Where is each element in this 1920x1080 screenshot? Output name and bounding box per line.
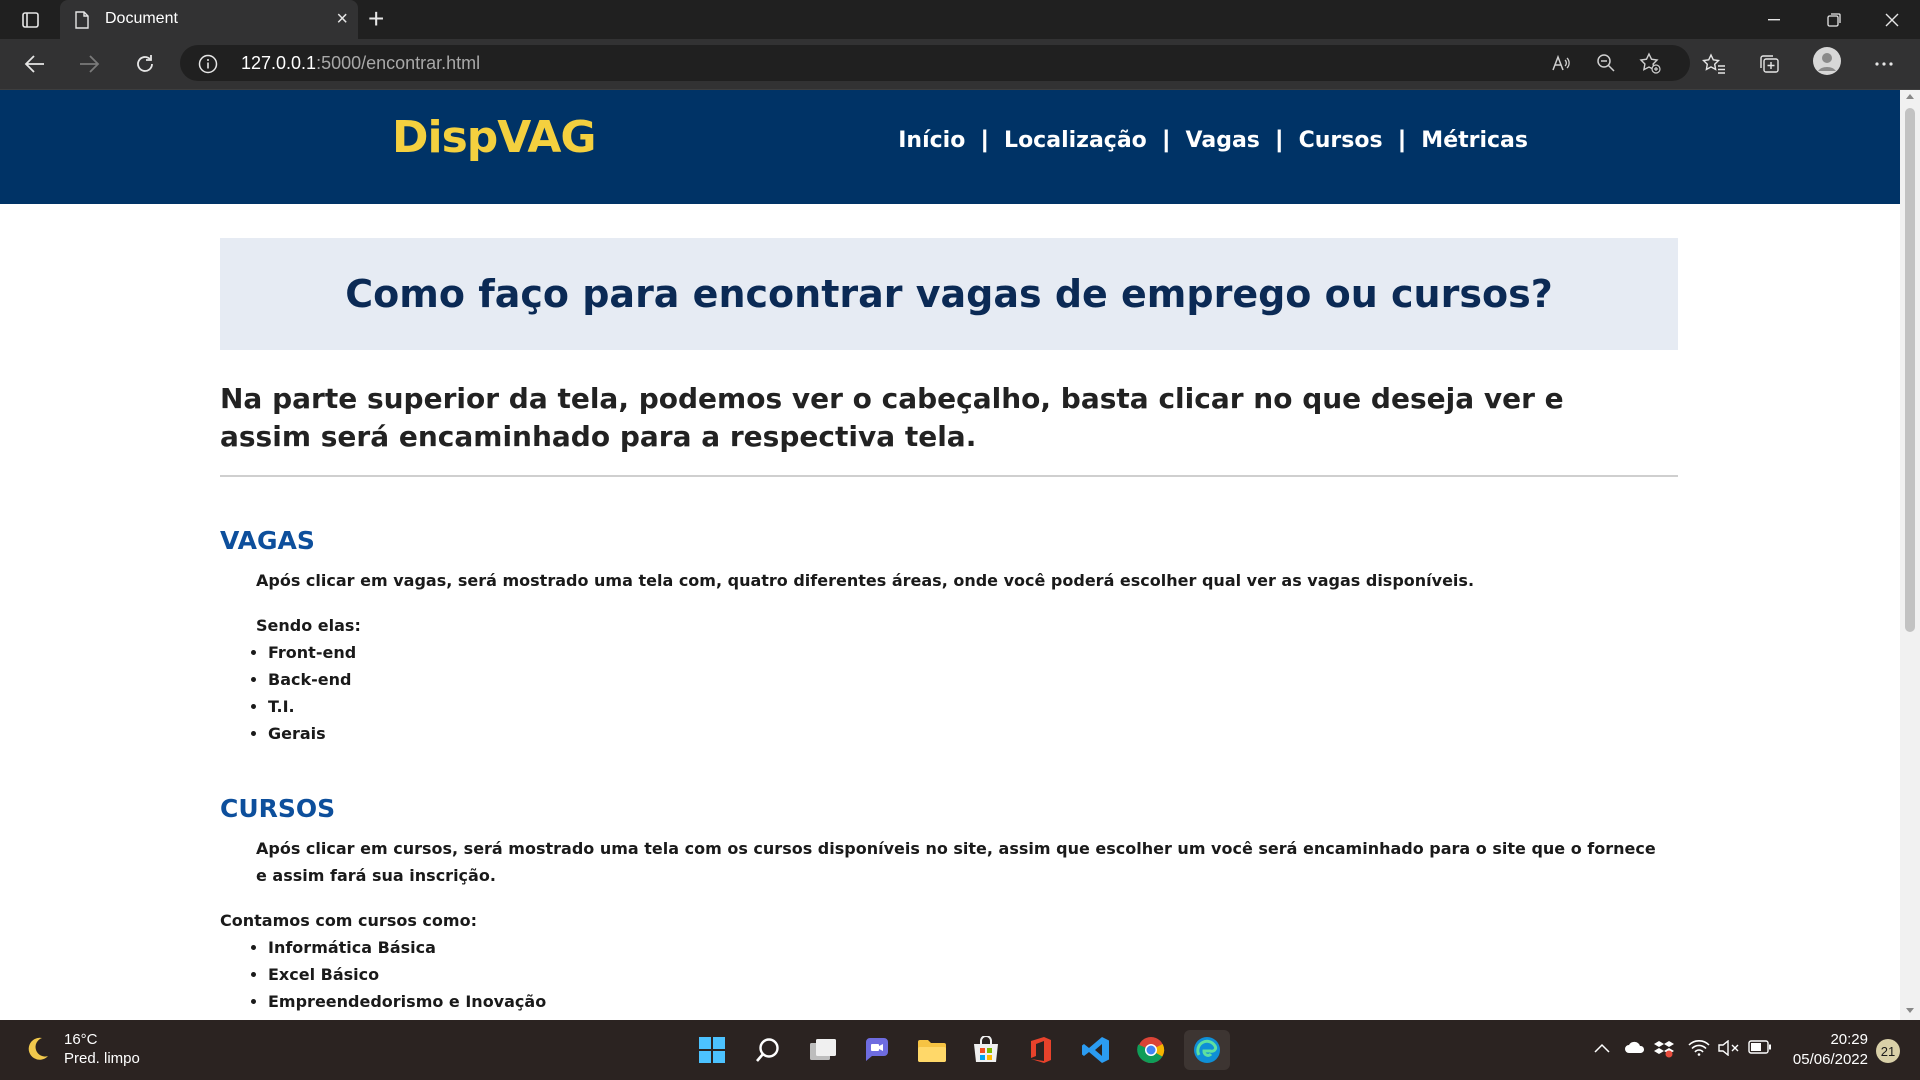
refresh-icon[interactable] xyxy=(128,47,162,81)
collections-icon[interactable] xyxy=(1754,48,1786,80)
teams-chat-icon[interactable] xyxy=(857,1030,897,1070)
browser-titlebar: Document × + xyxy=(0,0,1920,39)
office-icon[interactable] xyxy=(1021,1030,1061,1070)
nav-separator: | xyxy=(1398,126,1406,153)
dropbox-icon[interactable] xyxy=(1654,1040,1674,1062)
profile-avatar-icon[interactable] xyxy=(1811,45,1843,77)
site-header: DispVAG Início | Localização | Vagas | C… xyxy=(0,90,1900,204)
vagas-description: Após clicar em vagas, será mostrado uma … xyxy=(256,571,1475,590)
clock-time: 20:29 xyxy=(1830,1031,1868,1048)
site-logo[interactable]: DispVAG xyxy=(392,112,597,163)
browser-toolbar: 127.0.0.1:5000/encontrar.html xyxy=(0,39,1920,90)
forward-icon[interactable] xyxy=(72,47,106,81)
address-bar[interactable]: 127.0.0.1:5000/encontrar.html xyxy=(180,45,1690,81)
browser-tab[interactable]: Document × xyxy=(60,0,358,39)
file-explorer-icon[interactable] xyxy=(912,1030,952,1070)
cursos-list-title: Contamos com cursos como: xyxy=(220,911,477,930)
vscode-icon[interactable] xyxy=(1076,1030,1116,1070)
microsoft-store-icon[interactable] xyxy=(966,1030,1006,1070)
nav-separator: | xyxy=(1275,126,1283,153)
read-aloud-icon[interactable] xyxy=(1545,47,1577,79)
main-nav: Início | Localização | Vagas | Cursos | … xyxy=(898,126,1528,154)
chrome-icon[interactable] xyxy=(1131,1030,1171,1070)
start-icon[interactable] xyxy=(692,1030,732,1070)
list-item: Informática Básica xyxy=(268,934,546,961)
scroll-up-icon[interactable] xyxy=(1906,94,1914,99)
section-title-vagas: VAGAS xyxy=(220,526,315,555)
weather-widget[interactable]: 16°C Pred. limpo xyxy=(22,1030,140,1068)
vertical-scrollbar[interactable] xyxy=(1900,90,1920,1020)
show-hidden-icons-icon[interactable] xyxy=(1594,1040,1610,1057)
notification-badge[interactable]: 21 xyxy=(1876,1039,1900,1063)
minimize-icon[interactable] xyxy=(1746,0,1802,39)
list-item: Front-end xyxy=(268,639,356,666)
tab-actions-icon[interactable] xyxy=(14,8,46,32)
list-item: Back-end xyxy=(268,666,356,693)
url-host: 127.0.0.1 xyxy=(241,53,317,73)
section-title-cursos: CURSOS xyxy=(220,794,336,823)
scroll-down-icon[interactable] xyxy=(1906,1008,1914,1013)
site-info-icon[interactable] xyxy=(198,54,218,79)
vagas-list-title: Sendo elas: xyxy=(256,616,361,635)
more-options-icon[interactable] xyxy=(1868,48,1900,80)
intro-text: Na parte superior da tela, podemos ver o… xyxy=(220,382,1564,453)
clock-date: 05/06/2022 xyxy=(1792,1051,1868,1068)
nav-separator: | xyxy=(981,126,989,153)
add-favorite-icon[interactable] xyxy=(1634,47,1666,79)
cursos-description: Após clicar em cursos, será mostrado uma… xyxy=(256,839,1656,885)
list-item: Gerais xyxy=(268,720,356,747)
edge-icon[interactable] xyxy=(1184,1030,1230,1070)
page-viewport: DispVAG Início | Localização | Vagas | C… xyxy=(0,90,1900,1020)
favorites-icon[interactable] xyxy=(1698,48,1730,80)
nav-link-cursos[interactable]: Cursos xyxy=(1299,128,1383,153)
weather-temp: 16°C xyxy=(64,1031,98,1048)
onedrive-icon[interactable] xyxy=(1624,1040,1646,1058)
zoom-out-icon[interactable] xyxy=(1590,47,1622,79)
moon-icon xyxy=(28,1037,48,1060)
nav-link-vagas[interactable]: Vagas xyxy=(1186,128,1260,153)
back-icon[interactable] xyxy=(18,47,52,81)
document-icon xyxy=(74,11,90,34)
tab-close-icon[interactable]: × xyxy=(336,8,348,30)
nav-link-metricas[interactable]: Métricas xyxy=(1421,128,1528,153)
scroll-thumb[interactable] xyxy=(1905,108,1915,632)
page-title: Como faço para encontrar vagas de empreg… xyxy=(345,272,1553,316)
weather-desc: Pred. limpo xyxy=(64,1050,140,1067)
url-text: 127.0.0.1:5000/encontrar.html xyxy=(241,53,480,74)
vagas-list: Front-end Back-end T.I. Gerais xyxy=(240,639,356,747)
hero-banner: Como faço para encontrar vagas de empreg… xyxy=(220,238,1678,350)
nav-separator: | xyxy=(1162,126,1170,153)
taskbar-clock[interactable]: 20:29 05/06/2022 xyxy=(1788,1030,1868,1070)
nav-link-inicio[interactable]: Início xyxy=(898,128,965,153)
volume-muted-icon[interactable] xyxy=(1718,1039,1740,1060)
restore-icon[interactable] xyxy=(1806,0,1862,39)
close-window-icon[interactable] xyxy=(1864,0,1920,39)
search-icon[interactable] xyxy=(748,1030,788,1070)
battery-icon[interactable] xyxy=(1748,1040,1772,1058)
task-view-icon[interactable] xyxy=(803,1030,843,1070)
list-item: Empreendedorismo e Inovação xyxy=(268,988,546,1015)
wifi-icon[interactable] xyxy=(1688,1040,1710,1060)
cursos-list: Informática Básica Excel Básico Empreend… xyxy=(240,934,546,1015)
list-item: Excel Básico xyxy=(268,961,546,988)
url-path: :5000/encontrar.html xyxy=(316,53,481,73)
new-tab-icon[interactable]: + xyxy=(368,4,384,34)
nav-link-localizacao[interactable]: Localização xyxy=(1004,128,1147,153)
list-item: T.I. xyxy=(268,693,356,720)
divider xyxy=(220,475,1678,477)
windows-taskbar: 16°C Pred. limpo 20:29 05/06/2022 21 xyxy=(0,1020,1920,1080)
tab-title: Document xyxy=(105,10,178,27)
